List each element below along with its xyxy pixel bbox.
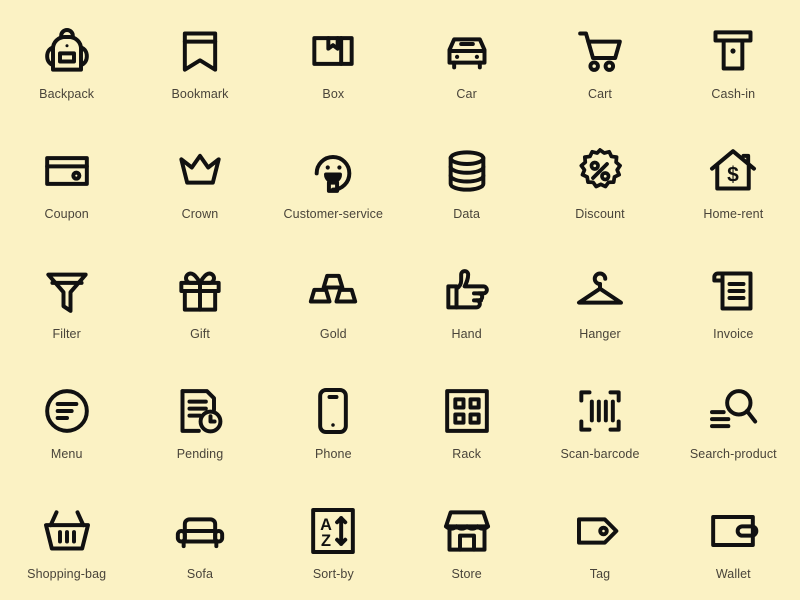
- icon-label-gold: Gold: [319, 327, 347, 341]
- icon-cell-cash-in[interactable]: Cash-in: [667, 0, 800, 120]
- icon-cell-cart[interactable]: Cart: [533, 0, 666, 120]
- icon-label-rack: Rack: [452, 447, 482, 461]
- icon-cell-scan-barcode[interactable]: Scan-barcode: [533, 360, 666, 480]
- rack-icon[interactable]: [439, 383, 495, 439]
- icon-label-shopping-bag: Shopping-bag: [27, 567, 107, 581]
- icon-label-hanger: Hanger: [579, 327, 621, 341]
- box-icon[interactable]: [305, 23, 361, 79]
- bookmark-icon[interactable]: [172, 23, 228, 79]
- tag-icon[interactable]: [572, 503, 628, 559]
- icon-cell-home-rent[interactable]: $ Home-rent: [667, 120, 800, 240]
- icon-label-data: Data: [453, 207, 481, 221]
- icon-label-scan-barcode: Scan-barcode: [560, 447, 640, 461]
- icon-cell-sort-by[interactable]: A Z Sort-by: [267, 480, 400, 600]
- icon-cell-car[interactable]: Car: [400, 0, 533, 120]
- icon-cell-menu[interactable]: Menu: [0, 360, 133, 480]
- icon-cell-crown[interactable]: Crown: [133, 120, 266, 240]
- wallet-icon[interactable]: [705, 503, 761, 559]
- icon-label-car: Car: [456, 87, 477, 101]
- icon-cell-coupon[interactable]: Coupon: [0, 120, 133, 240]
- icon-cell-hand[interactable]: Hand: [400, 240, 533, 360]
- hanger-icon[interactable]: [572, 263, 628, 319]
- icon-label-crown: Crown: [181, 207, 219, 221]
- icon-label-phone: Phone: [314, 447, 352, 461]
- icon-cell-store[interactable]: Store: [400, 480, 533, 600]
- icon-cell-data[interactable]: Data: [400, 120, 533, 240]
- icon-cell-tag[interactable]: Tag: [533, 480, 666, 600]
- icon-cell-sofa[interactable]: Sofa: [133, 480, 266, 600]
- icon-label-gift: Gift: [190, 327, 210, 341]
- icon-label-hand: Hand: [451, 327, 482, 341]
- icon-label-search-product: Search-product: [689, 447, 777, 461]
- icon-cell-customer-service[interactable]: Customer-service: [267, 120, 400, 240]
- invoice-icon[interactable]: [705, 263, 761, 319]
- gold-icon[interactable]: [305, 263, 361, 319]
- backpack-icon[interactable]: [39, 23, 95, 79]
- icon-cell-gold[interactable]: Gold: [267, 240, 400, 360]
- data-icon[interactable]: [439, 143, 495, 199]
- icon-cell-search-product[interactable]: Search-product: [667, 360, 800, 480]
- svg-text:A: A: [320, 516, 332, 534]
- icon-label-menu: Menu: [50, 447, 83, 461]
- icon-label-filter: Filter: [52, 327, 81, 341]
- icon-label-sofa: Sofa: [186, 567, 214, 581]
- icon-cell-box[interactable]: Box: [267, 0, 400, 120]
- icon-label-cash-in: Cash-in: [711, 87, 756, 101]
- filter-icon[interactable]: [39, 263, 95, 319]
- icon-label-customer-service: Customer-service: [283, 207, 384, 221]
- icon-cell-shopping-bag[interactable]: Shopping-bag: [0, 480, 133, 600]
- icon-cell-rack[interactable]: Rack: [400, 360, 533, 480]
- icon-cell-wallet[interactable]: Wallet: [667, 480, 800, 600]
- discount-icon[interactable]: [572, 143, 628, 199]
- pending-icon[interactable]: [172, 383, 228, 439]
- coupon-icon[interactable]: [39, 143, 95, 199]
- icon-cell-hanger[interactable]: Hanger: [533, 240, 666, 360]
- icon-cell-filter[interactable]: Filter: [0, 240, 133, 360]
- icon-label-bookmark: Bookmark: [171, 87, 229, 101]
- customer-service-icon[interactable]: [305, 143, 361, 199]
- icon-cell-backpack[interactable]: Backpack: [0, 0, 133, 120]
- icon-cell-phone[interactable]: Phone: [267, 360, 400, 480]
- sort-by-icon[interactable]: A Z: [305, 503, 361, 559]
- icon-label-tag: Tag: [589, 567, 611, 581]
- icon-label-coupon: Coupon: [44, 207, 89, 221]
- gift-icon[interactable]: [172, 263, 228, 319]
- icon-grid: Backpack Bookmark Box Car Cart Cash-in C…: [0, 0, 800, 600]
- icon-label-backpack: Backpack: [39, 87, 95, 101]
- icon-label-pending: Pending: [176, 447, 224, 461]
- store-icon[interactable]: [439, 503, 495, 559]
- icon-cell-bookmark[interactable]: Bookmark: [133, 0, 266, 120]
- sofa-icon[interactable]: [172, 503, 228, 559]
- icon-label-cart: Cart: [587, 87, 612, 101]
- icon-label-box: Box: [322, 87, 345, 101]
- cash-in-icon[interactable]: [705, 23, 761, 79]
- icon-cell-discount[interactable]: Discount: [533, 120, 666, 240]
- cart-icon[interactable]: [572, 23, 628, 79]
- icon-label-invoice: Invoice: [713, 327, 754, 341]
- hand-icon[interactable]: [439, 263, 495, 319]
- svg-text:Z: Z: [321, 532, 331, 550]
- icon-label-sort-by: Sort-by: [312, 567, 354, 581]
- icon-cell-pending[interactable]: Pending: [133, 360, 266, 480]
- icon-label-store: Store: [451, 567, 482, 581]
- search-product-icon[interactable]: [705, 383, 761, 439]
- icon-label-discount: Discount: [575, 207, 625, 221]
- icon-label-wallet: Wallet: [715, 567, 751, 581]
- crown-icon[interactable]: [172, 143, 228, 199]
- icon-cell-gift[interactable]: Gift: [133, 240, 266, 360]
- car-icon[interactable]: [439, 23, 495, 79]
- icon-label-home-rent: Home-rent: [703, 207, 764, 221]
- shopping-bag-icon[interactable]: [39, 503, 95, 559]
- svg-text:$: $: [727, 164, 739, 187]
- home-rent-icon[interactable]: $: [705, 143, 761, 199]
- phone-icon[interactable]: [305, 383, 361, 439]
- menu-icon[interactable]: [39, 383, 95, 439]
- icon-cell-invoice[interactable]: Invoice: [667, 240, 800, 360]
- scan-barcode-icon[interactable]: [572, 383, 628, 439]
